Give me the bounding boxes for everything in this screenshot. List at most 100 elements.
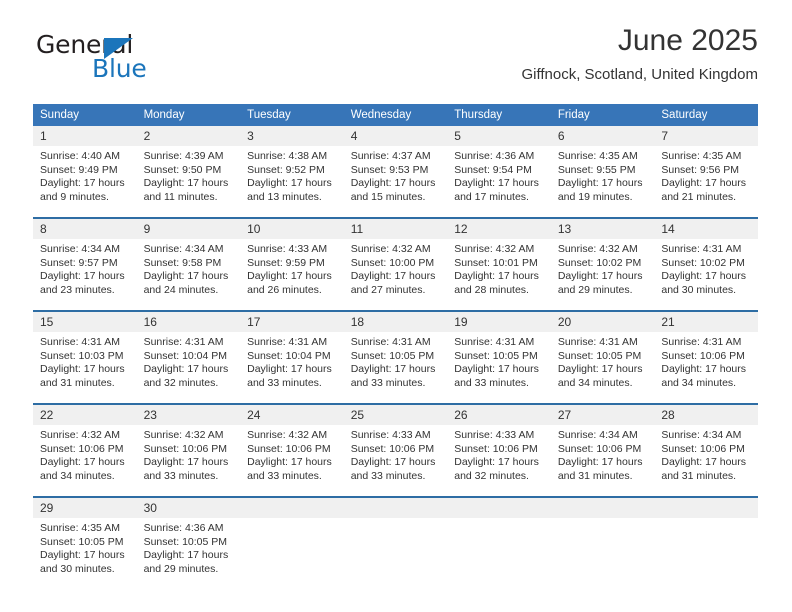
daylight-text-line1: Daylight: 17 hours xyxy=(454,456,539,469)
daylight-text-line2: and 13 minutes. xyxy=(247,190,322,203)
day-cell[interactable]: Sunrise: 4:32 AM Sunset: 10:00 PM Daylig… xyxy=(343,239,448,311)
day-number[interactable]: 1 xyxy=(33,126,137,146)
sunrise-text: Sunrise: 4:39 AM xyxy=(143,150,224,162)
sunrise-text: Sunrise: 4:36 AM xyxy=(143,522,224,534)
page-title: June 2025 xyxy=(617,24,758,57)
day-number[interactable]: 6 xyxy=(550,126,655,146)
sunrise-text: Sunrise: 4:34 AM xyxy=(40,243,120,255)
day-number[interactable]: 25 xyxy=(343,403,448,425)
day-number[interactable]: 17 xyxy=(240,310,344,332)
day-number[interactable]: 24 xyxy=(240,403,344,425)
daylight-text-line1: Daylight: 17 hours xyxy=(661,177,747,190)
day-cell[interactable]: Sunrise: 4:39 AM Sunset: 9:50 PM Dayligh… xyxy=(136,146,241,218)
day-number[interactable]: 13 xyxy=(550,217,655,239)
sunset-text: Sunset: 10:06 PM xyxy=(661,349,745,362)
week-daynumbers-row: 22 23 24 25 26 27 28 xyxy=(33,403,758,425)
daylight-text-line2: and 23 minutes. xyxy=(40,283,115,296)
day-number[interactable]: 22 xyxy=(33,403,137,425)
day-cell[interactable]: Sunrise: 4:36 AM Sunset: 10:05 PM Daylig… xyxy=(136,518,241,590)
day-number xyxy=(550,496,655,518)
day-number[interactable]: 9 xyxy=(136,217,241,239)
day-cell[interactable]: Sunrise: 4:34 AM Sunset: 10:06 PM Daylig… xyxy=(550,425,655,497)
daylight-text-line1: Daylight: 17 hours xyxy=(143,363,229,376)
day-cell[interactable]: Sunrise: 4:31 AM Sunset: 10:05 PM Daylig… xyxy=(550,332,655,404)
day-number[interactable]: 8 xyxy=(33,217,137,239)
day-cell[interactable]: Sunrise: 4:37 AM Sunset: 9:53 PM Dayligh… xyxy=(343,146,448,218)
daylight-text-line1: Daylight: 17 hours xyxy=(143,456,229,469)
day-number[interactable]: 26 xyxy=(447,403,551,425)
sunset-text: Sunset: 9:54 PM xyxy=(454,163,532,176)
day-cell[interactable]: Sunrise: 4:35 AM Sunset: 9:55 PM Dayligh… xyxy=(550,146,655,218)
sunrise-text: Sunrise: 4:31 AM xyxy=(454,336,535,348)
day-cell[interactable]: Sunrise: 4:36 AM Sunset: 9:54 PM Dayligh… xyxy=(447,146,551,218)
daylight-text-line1: Daylight: 17 hours xyxy=(143,549,229,562)
day-number[interactable]: 11 xyxy=(343,217,448,239)
daylight-text-line1: Daylight: 17 hours xyxy=(247,270,332,283)
week-daynumbers-row: 8 9 10 11 12 13 14 xyxy=(33,217,758,239)
day-cell[interactable]: Sunrise: 4:31 AM Sunset: 10:05 PM Daylig… xyxy=(447,332,551,404)
logo-text-blue: Blue xyxy=(92,54,147,83)
day-cell[interactable]: Sunrise: 4:31 AM Sunset: 10:06 PM Daylig… xyxy=(654,332,758,404)
day-cell[interactable]: Sunrise: 4:35 AM Sunset: 10:05 PM Daylig… xyxy=(33,518,137,590)
day-number[interactable]: 5 xyxy=(447,126,551,146)
day-cell[interactable]: Sunrise: 4:32 AM Sunset: 10:06 PM Daylig… xyxy=(240,425,344,497)
day-number[interactable]: 16 xyxy=(136,310,241,332)
day-number[interactable]: 12 xyxy=(447,217,551,239)
day-cell[interactable]: Sunrise: 4:31 AM Sunset: 10:05 PM Daylig… xyxy=(343,332,448,404)
day-cell[interactable]: Sunrise: 4:33 AM Sunset: 10:06 PM Daylig… xyxy=(343,425,448,497)
sunset-text: Sunset: 9:56 PM xyxy=(661,163,740,176)
day-number[interactable]: 18 xyxy=(343,310,448,332)
day-cell[interactable]: Sunrise: 4:32 AM Sunset: 10:01 PM Daylig… xyxy=(447,239,551,311)
page-header: General Blue June 2025 Giffnock, Scotlan… xyxy=(33,22,758,94)
day-cell[interactable]: Sunrise: 4:34 AM Sunset: 10:06 PM Daylig… xyxy=(654,425,758,497)
sunset-text: Sunset: 10:01 PM xyxy=(454,256,538,269)
column-header-monday: Monday xyxy=(136,104,241,126)
daylight-text-line2: and 33 minutes. xyxy=(247,376,322,389)
day-number[interactable]: 21 xyxy=(654,310,758,332)
day-cell[interactable]: Sunrise: 4:31 AM Sunset: 10:02 PM Daylig… xyxy=(654,239,758,311)
day-cell-empty xyxy=(654,518,758,590)
day-number[interactable]: 2 xyxy=(136,126,241,146)
day-cell[interactable]: Sunrise: 4:34 AM Sunset: 9:58 PM Dayligh… xyxy=(136,239,241,311)
day-number[interactable]: 3 xyxy=(240,126,344,146)
day-cell[interactable]: Sunrise: 4:38 AM Sunset: 9:52 PM Dayligh… xyxy=(240,146,344,218)
sunrise-text: Sunrise: 4:31 AM xyxy=(350,336,431,348)
day-cell[interactable]: Sunrise: 4:34 AM Sunset: 9:57 PM Dayligh… xyxy=(33,239,137,311)
day-number[interactable]: 7 xyxy=(654,126,758,146)
daylight-text-line1: Daylight: 17 hours xyxy=(247,363,332,376)
day-cell[interactable]: Sunrise: 4:35 AM Sunset: 9:56 PM Dayligh… xyxy=(654,146,758,218)
day-cell[interactable]: Sunrise: 4:32 AM Sunset: 10:06 PM Daylig… xyxy=(136,425,241,497)
daylight-text-line1: Daylight: 17 hours xyxy=(247,177,332,190)
day-number[interactable]: 10 xyxy=(240,217,344,239)
day-number[interactable]: 4 xyxy=(343,126,448,146)
sunrise-text: Sunrise: 4:35 AM xyxy=(557,150,638,162)
day-number[interactable]: 30 xyxy=(136,496,241,518)
day-cell[interactable]: Sunrise: 4:40 AM Sunset: 9:49 PM Dayligh… xyxy=(33,146,137,218)
daylight-text-line1: Daylight: 17 hours xyxy=(454,363,539,376)
general-blue-logo[interactable]: General Blue xyxy=(33,30,263,86)
daylight-text-line1: Daylight: 17 hours xyxy=(40,270,125,283)
day-cell[interactable]: Sunrise: 4:33 AM Sunset: 10:06 PM Daylig… xyxy=(447,425,551,497)
day-cell[interactable]: Sunrise: 4:31 AM Sunset: 10:04 PM Daylig… xyxy=(136,332,241,404)
day-number xyxy=(447,496,551,518)
day-cell[interactable]: Sunrise: 4:31 AM Sunset: 10:03 PM Daylig… xyxy=(33,332,137,404)
daylight-text-line2: and 32 minutes. xyxy=(143,376,219,389)
daylight-text-line1: Daylight: 17 hours xyxy=(40,363,125,376)
day-number[interactable]: 15 xyxy=(33,310,137,332)
day-cell[interactable]: Sunrise: 4:32 AM Sunset: 10:06 PM Daylig… xyxy=(33,425,137,497)
day-number[interactable]: 14 xyxy=(654,217,758,239)
day-number xyxy=(343,496,448,518)
day-number[interactable]: 27 xyxy=(550,403,655,425)
sunset-text: Sunset: 10:05 PM xyxy=(40,535,124,548)
day-number[interactable]: 23 xyxy=(136,403,241,425)
day-number[interactable]: 28 xyxy=(654,403,758,425)
sunrise-text: Sunrise: 4:35 AM xyxy=(661,150,742,162)
daylight-text-line2: and 26 minutes. xyxy=(247,283,322,296)
day-cell[interactable]: Sunrise: 4:31 AM Sunset: 10:04 PM Daylig… xyxy=(240,332,344,404)
day-number[interactable]: 19 xyxy=(447,310,551,332)
day-cell[interactable]: Sunrise: 4:32 AM Sunset: 10:02 PM Daylig… xyxy=(550,239,655,311)
day-cell[interactable]: Sunrise: 4:33 AM Sunset: 9:59 PM Dayligh… xyxy=(240,239,344,311)
day-number[interactable]: 20 xyxy=(550,310,655,332)
title-block: June 2025 Giffnock, Scotland, United Kin… xyxy=(521,22,758,84)
day-number[interactable]: 29 xyxy=(33,496,137,518)
